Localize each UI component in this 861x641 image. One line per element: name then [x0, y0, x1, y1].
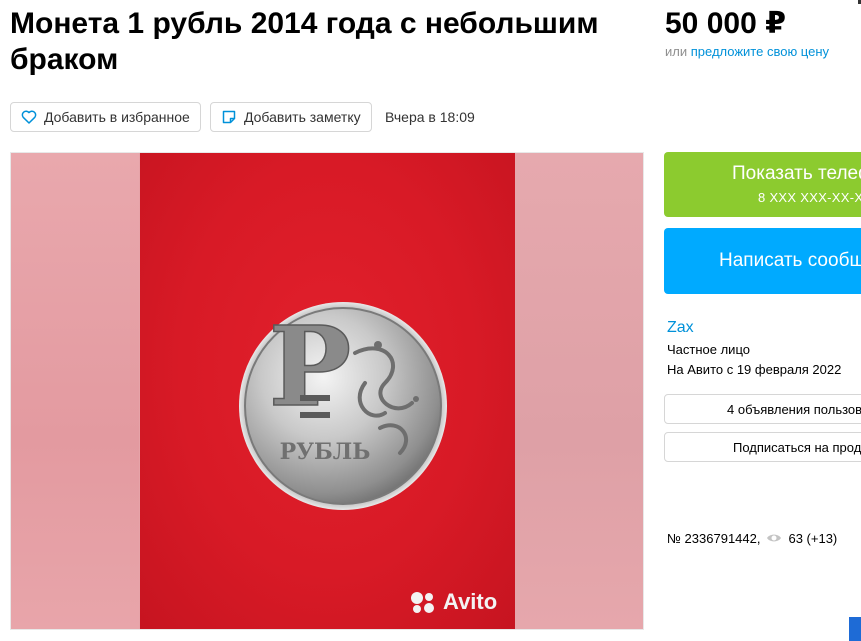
watermark-text: Avito [443, 589, 498, 614]
avito-logo-icon [411, 592, 434, 613]
corner-widget[interactable] [849, 617, 861, 641]
seller-listings-label: 4 объявления пользователя [727, 402, 861, 417]
seller-name-link[interactable]: Zax [667, 319, 694, 337]
listing-price: 50 000 ₽ [665, 7, 786, 40]
listing-date: Вчера в 18:09 [385, 109, 475, 125]
listing-number: № 2336791442, [667, 530, 761, 546]
svg-text:Р: Р [269, 302, 352, 431]
offer-price-link[interactable]: предложите свою цену [691, 44, 829, 59]
note-icon [222, 110, 236, 124]
listing-photo[interactable]: Р РУБЛЬ [140, 153, 515, 629]
coin-inscription: РУБЛЬ [280, 439, 371, 465]
show-phone-label: Показать телефон [732, 163, 861, 184]
write-message-label: Написать сообщение [719, 250, 861, 271]
seller-type: Частное лицо [667, 342, 750, 357]
subscribe-seller-label: Подписаться на продавца [733, 440, 861, 455]
seller-listings-button[interactable]: 4 объявления пользователя [664, 394, 861, 424]
gallery-blur-right [513, 153, 643, 629]
listing-title: Монета 1 рубль 2014 года с небольшим бра… [10, 7, 599, 76]
write-message-button[interactable]: Написать сообщение [664, 228, 861, 294]
gallery-blur-left [11, 153, 139, 629]
views-count: 63 (+13) [788, 530, 838, 546]
phone-masked: 8 XXX XXX-XX-XX [758, 190, 861, 205]
price-offer: или предложите свою цену [665, 44, 829, 59]
avito-watermark: Avito [409, 589, 497, 615]
seller-since: На Авито с 19 февраля 2022 [667, 362, 842, 377]
listing-page: Монета 1 рубль 2014 года с небольшим бра… [0, 0, 861, 641]
eye-icon [767, 534, 782, 542]
subscribe-seller-button[interactable]: Подписаться на продавца [664, 432, 861, 462]
heart-icon [21, 110, 37, 124]
listing-meta: № 2336791442, 63 (+13) [667, 530, 837, 546]
show-phone-button[interactable]: Показать телефон 8 XXX XXX-XX-XX [664, 152, 861, 217]
coin-image: Р РУБЛЬ [239, 301, 447, 510]
add-note-button[interactable]: Добавить заметку [210, 102, 372, 132]
add-favorite-button[interactable]: Добавить в избранное [10, 102, 201, 132]
add-favorite-label: Добавить в избранное [44, 109, 190, 125]
photo-gallery[interactable]: Р РУБЛЬ Avito [10, 152, 644, 630]
add-note-label: Добавить заметку [244, 109, 361, 125]
price-or-text: или [665, 44, 688, 59]
